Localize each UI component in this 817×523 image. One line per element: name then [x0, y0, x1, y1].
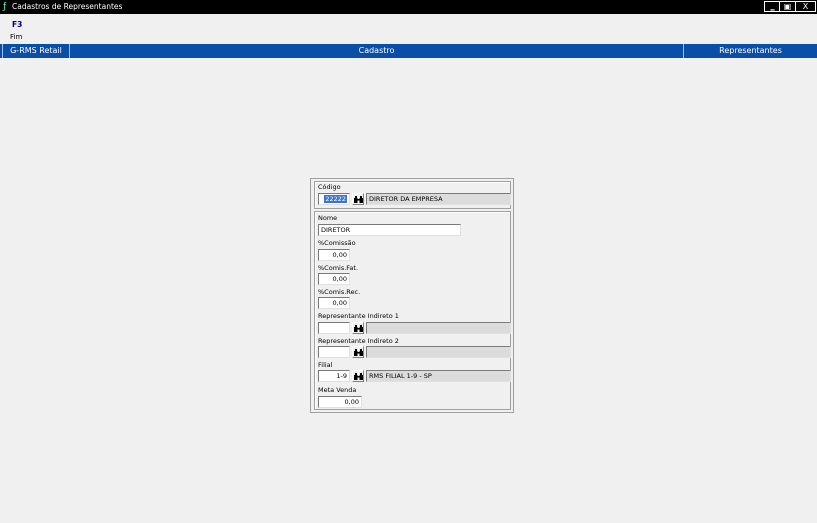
rep-indireto-1-description [366, 322, 511, 334]
binoculars-icon [354, 325, 363, 332]
comis-rec-input[interactable]: 0,00 [318, 297, 350, 309]
codigo-input[interactable]: 22222 [318, 193, 350, 205]
filial-search-button[interactable] [352, 370, 364, 382]
minimize-icon: ‗ [770, 2, 775, 11]
filial-label: Filial [318, 361, 333, 369]
header-module: Cadastro [70, 44, 684, 58]
comissao-value: 0,00 [332, 251, 347, 259]
rep-indireto-2-label: Representante Indireto 2 [318, 337, 399, 345]
comis-rec-value: 0,00 [332, 299, 347, 307]
meta-venda-input[interactable]: 0,00 [318, 396, 362, 408]
codigo-group: Código 22222 DIRETOR DA EMPRESA [314, 181, 511, 209]
rep-indireto-2-search-button[interactable] [352, 346, 364, 358]
comissao-label: %Comissão [318, 239, 356, 247]
nome-input[interactable]: DIRETOR [318, 224, 461, 236]
rep-indireto-2-description [366, 346, 511, 358]
filial-value: 1-9 [336, 372, 347, 380]
meta-venda-label: Meta Venda [318, 386, 357, 394]
binoculars-icon [354, 373, 363, 380]
codigo-label: Código [318, 183, 341, 191]
restore-button[interactable]: ▣ [779, 1, 796, 12]
close-button[interactable]: X [795, 1, 816, 12]
comis-fat-value: 0,00 [332, 275, 347, 283]
codigo-search-button[interactable] [352, 193, 364, 205]
codigo-description-text: DIRETOR DA EMPRESA [369, 195, 443, 203]
nome-label: Nome [318, 214, 338, 222]
menu-key-f3[interactable]: F3 [12, 20, 22, 29]
menu-bar: F3 Fim [0, 14, 817, 44]
header-bar: G-RMS Retail Cadastro Representantes [0, 44, 817, 58]
rep-indireto-1-search-button[interactable] [352, 322, 364, 334]
rep-indireto-2-input[interactable] [318, 346, 350, 358]
filial-description: RMS FILIAL 1-9 - SP [366, 370, 511, 382]
header-app-name: G-RMS Retail [2, 44, 70, 58]
rep-indireto-1-input[interactable] [318, 322, 350, 334]
comis-fat-input[interactable]: 0,00 [318, 273, 350, 285]
comis-rec-label: %Comis.Rec. [318, 288, 361, 296]
comis-fat-label: %Comis.Fat. [318, 264, 359, 272]
details-group: Nome DIRETOR %Comissão 0,00 %Comis.Fat. … [314, 211, 511, 410]
window-title: Cadastros de Representantes [12, 2, 123, 11]
filial-description-text: RMS FILIAL 1-9 - SP [369, 372, 432, 380]
form-panel: Código 22222 DIRETOR DA EMPRESA Nome DIR… [310, 178, 514, 413]
meta-venda-value: 0,00 [344, 398, 359, 406]
filial-input[interactable]: 1-9 [318, 370, 350, 382]
codigo-description: DIRETOR DA EMPRESA [366, 193, 511, 205]
comissao-input[interactable]: 0,00 [318, 249, 350, 261]
restore-icon: ▣ [783, 2, 792, 11]
header-screen: Representantes [719, 46, 782, 55]
codigo-value: 22222 [324, 195, 347, 203]
binoculars-icon [354, 196, 363, 203]
menu-label-fim[interactable]: Fim [10, 33, 22, 41]
nome-value: DIRETOR [321, 226, 351, 234]
rep-indireto-1-label: Representante Indireto 1 [318, 312, 399, 320]
close-icon: X [802, 2, 809, 11]
app-icon: ƒ [3, 2, 7, 12]
binoculars-icon [354, 349, 363, 356]
window-titlebar: ƒ Cadastros de Representantes ‗ ▣ X [0, 0, 817, 14]
